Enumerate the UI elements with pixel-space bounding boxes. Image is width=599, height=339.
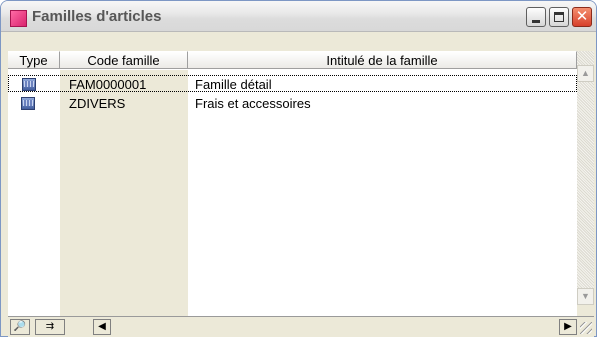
scroll-down-button[interactable]: ▼ [577, 288, 594, 305]
minimize-button[interactable] [526, 7, 546, 27]
table-row[interactable]: FAM0000001 Famille détail [8, 75, 577, 92]
header-intitule[interactable]: Intitulé de la famille [188, 51, 577, 69]
resize-grip-icon[interactable] [580, 322, 592, 334]
header-type[interactable]: Type [8, 51, 60, 69]
cell-intitule: Frais et accessoires [195, 96, 311, 111]
header-code-famille[interactable]: Code famille [60, 51, 188, 69]
scroll-up-button[interactable]: ▲ [577, 65, 594, 82]
app-icon [10, 10, 27, 27]
close-button[interactable]: ✕ [572, 7, 592, 27]
maximize-icon [554, 12, 564, 22]
export-icon: ⇉ [45, 321, 55, 332]
zoom-button[interactable]: 🔎 [10, 319, 30, 335]
export-button[interactable]: ⇉ [35, 319, 65, 335]
cell-intitule: Famille détail [195, 77, 272, 92]
maximize-button[interactable] [549, 7, 569, 27]
minimize-icon [532, 20, 540, 23]
table-header: Type Code famille Intitulé de la famille [8, 51, 577, 70]
cell-code-famille: FAM0000001 [69, 77, 147, 92]
cell-code-famille: ZDIVERS [69, 96, 126, 111]
vertical-scrollbar[interactable]: ▲ ▼ [577, 51, 594, 305]
horizontal-scrollbar-track[interactable] [111, 319, 559, 335]
family-type-icon [21, 97, 35, 110]
table-row[interactable]: ZDIVERS Frais et accessoires [8, 93, 577, 111]
scroll-right-button[interactable]: ▶ [559, 319, 577, 335]
scroll-left-button[interactable]: ◀ [93, 319, 111, 335]
close-icon: ✕ [575, 8, 589, 25]
window-title: Familles d'articles [32, 8, 162, 25]
bottom-toolbar: 🔎 ⇉ ◀ ▶ [8, 316, 594, 337]
title-bar[interactable]: Familles d'articles ✕ [1, 1, 596, 32]
zoom-icon: 🔎 [13, 321, 27, 332]
family-type-icon [22, 78, 36, 91]
